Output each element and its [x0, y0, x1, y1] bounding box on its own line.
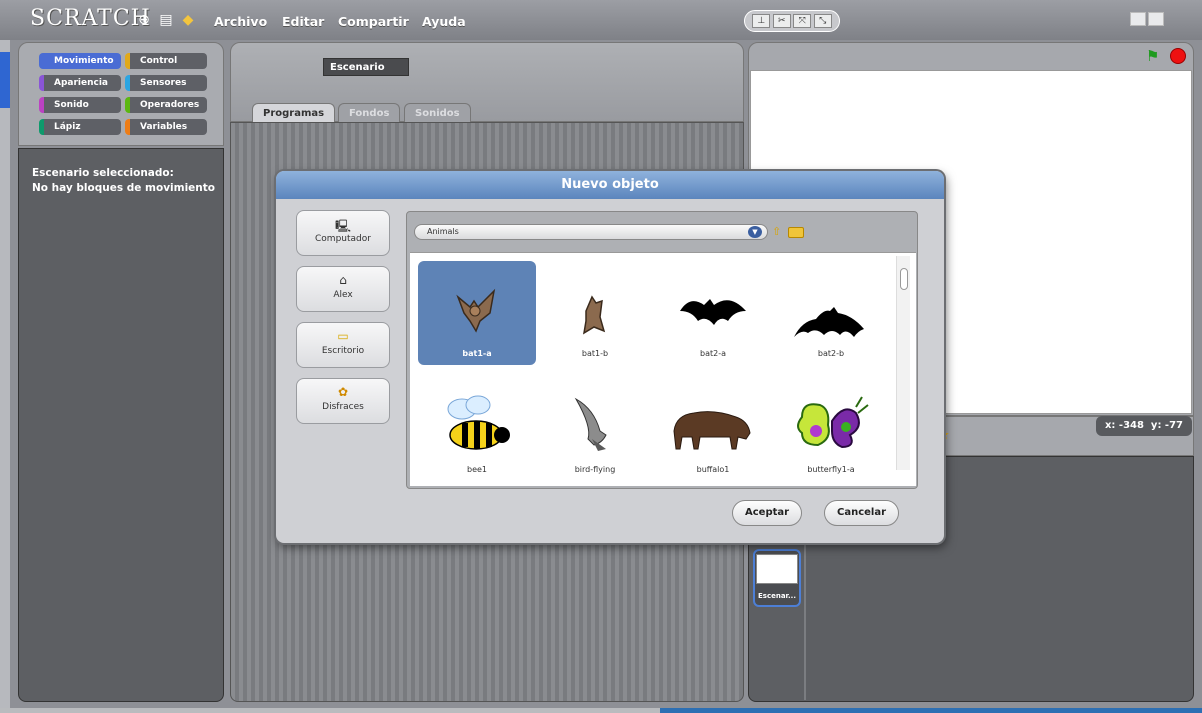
buffalo-icon [673, 411, 751, 450]
tab-programas[interactable]: Programas [252, 103, 336, 123]
sprite-item-name: bee1 [466, 465, 487, 474]
location-computador-button[interactable]: 🖳 Computador [296, 210, 390, 256]
sprite-item-bee1[interactable]: bee1 [418, 377, 536, 481]
category-variables[interactable]: Variables [125, 119, 207, 135]
palette-message: Escenario seleccionado: No hay bloques d… [32, 166, 215, 196]
bee-icon [447, 395, 510, 450]
blocks-palette [18, 148, 224, 702]
butterfly-icon [797, 396, 869, 449]
dropdown-arrow-icon[interactable]: ▼ [748, 226, 762, 238]
sprite-item-bat2-b[interactable]: bat2-b [772, 261, 890, 365]
normal-stage-icon[interactable] [1148, 12, 1164, 26]
bat-icon [582, 295, 606, 335]
location-alex-button[interactable]: ⌂ Alex [296, 266, 390, 312]
menu-ayuda[interactable]: Ayuda [422, 14, 466, 29]
bat-icon [680, 299, 746, 325]
bat-icon [794, 307, 864, 337]
library-scrollbar-thumb[interactable] [900, 268, 908, 290]
dialog-title: Nuevo objeto [561, 177, 659, 192]
category-movimiento[interactable]: Movimiento [39, 53, 121, 69]
folder-icon: ▭ [337, 329, 349, 343]
sprite-item-buffalo1[interactable]: buffalo1 [654, 377, 772, 481]
computer-icon: 🖳 [334, 219, 351, 233]
stage-thumbnail-label: Escenar... [758, 592, 796, 600]
sprite-item-name: butterfly1-a [807, 465, 855, 474]
sprite-item-name: buffalo1 [696, 465, 730, 474]
location-label: Escritorio [321, 346, 365, 356]
block-categories-panel: Movimiento Control Apariencia Sensores S… [18, 42, 224, 146]
grow-icon[interactable]: ⤧ [793, 14, 812, 28]
category-operadores[interactable]: Operadores [125, 97, 207, 113]
location-disfraces-button[interactable]: ✿ Disfraces [296, 378, 390, 424]
left-accent-strip [0, 52, 10, 108]
stamp-icon[interactable]: ⊥ [752, 14, 771, 28]
menu-archivo[interactable]: Archivo [214, 14, 267, 29]
sprite-item-bat2-a[interactable]: bat2-a [654, 261, 772, 365]
location-label: Disfraces [322, 402, 364, 412]
category-apariencia[interactable]: Apariencia [39, 75, 121, 91]
sprite-item-butterfly1-a[interactable]: butterfly1-a [772, 377, 890, 481]
category-sonido[interactable]: Sonido [39, 97, 121, 113]
view-toggle[interactable] [1130, 12, 1170, 28]
tab-fondos[interactable]: Fondos [338, 103, 401, 123]
palette-message-line2: No hay bloques de movimiento [32, 182, 216, 194]
window-left-edge [0, 40, 10, 713]
mouse-coordinates: x: -348 y: -77 [1096, 416, 1192, 436]
location-escritorio-button[interactable]: ▭ Escritorio [296, 322, 390, 368]
menu-editar[interactable]: Editar [282, 14, 324, 29]
sprite-item-name: bird-flying [574, 465, 616, 474]
stop-button[interactable] [1170, 48, 1186, 64]
share-icon[interactable]: ◆ [180, 12, 196, 28]
sprite-name-field[interactable]: Escenario [323, 58, 409, 76]
mouse-x: x: -348 [1104, 420, 1144, 431]
new-folder-icon[interactable] [788, 227, 804, 238]
palette-message-line1: Escenario seleccionado: [32, 167, 174, 179]
stage-thumbnail-image [756, 554, 798, 584]
sprite-item-bat1-b[interactable]: bat1-b [536, 261, 654, 365]
sprite-item-name: bat2-a [700, 349, 726, 358]
menu-compartir[interactable]: Compartir [338, 14, 409, 29]
taskbar-right [660, 708, 1202, 713]
aceptar-button[interactable]: Aceptar [732, 500, 803, 526]
green-flag-icon[interactable]: ⚑ [1146, 47, 1159, 65]
bird-icon [574, 397, 607, 451]
save-disk-icon[interactable]: ▤ [158, 12, 174, 28]
language-globe-icon[interactable]: ⊕ [136, 12, 152, 28]
taskbar-left [0, 708, 660, 713]
mouse-y: y: -77 [1150, 420, 1183, 431]
stage-mode-toolbar: ⊥ ✂ ⤧ ⤡ [744, 10, 840, 32]
bat-icon [456, 288, 496, 333]
cancelar-button[interactable]: Cancelar [824, 500, 900, 526]
costumes-icon: ✿ [337, 385, 349, 399]
location-label: Alex [333, 290, 353, 300]
category-control[interactable]: Control [125, 53, 207, 69]
small-stage-icon[interactable] [1130, 12, 1146, 26]
tab-sonidos[interactable]: Sonidos [404, 103, 471, 123]
category-sensores[interactable]: Sensores [125, 75, 207, 91]
up-folder-icon[interactable]: ⇧ [772, 225, 781, 238]
location-label: Computador [315, 234, 371, 244]
shrink-icon[interactable]: ⤡ [813, 14, 832, 28]
scissors-icon[interactable]: ✂ [772, 14, 791, 28]
home-icon: ⌂ [339, 273, 347, 287]
sprite-item-name: bat1-a [462, 349, 492, 358]
sprite-item-bird-flying[interactable]: bird-flying [536, 377, 654, 481]
sprite-item-name: bat2-b [817, 349, 845, 358]
sprite-item-bat1-a[interactable]: bat1-a [418, 261, 536, 365]
folder-dropdown[interactable]: Animals [414, 224, 768, 240]
sprite-item-name: bat1-b [581, 349, 609, 358]
category-lapiz[interactable]: Lápiz [39, 119, 121, 135]
scratch-logo: SCRATCH [30, 6, 151, 31]
